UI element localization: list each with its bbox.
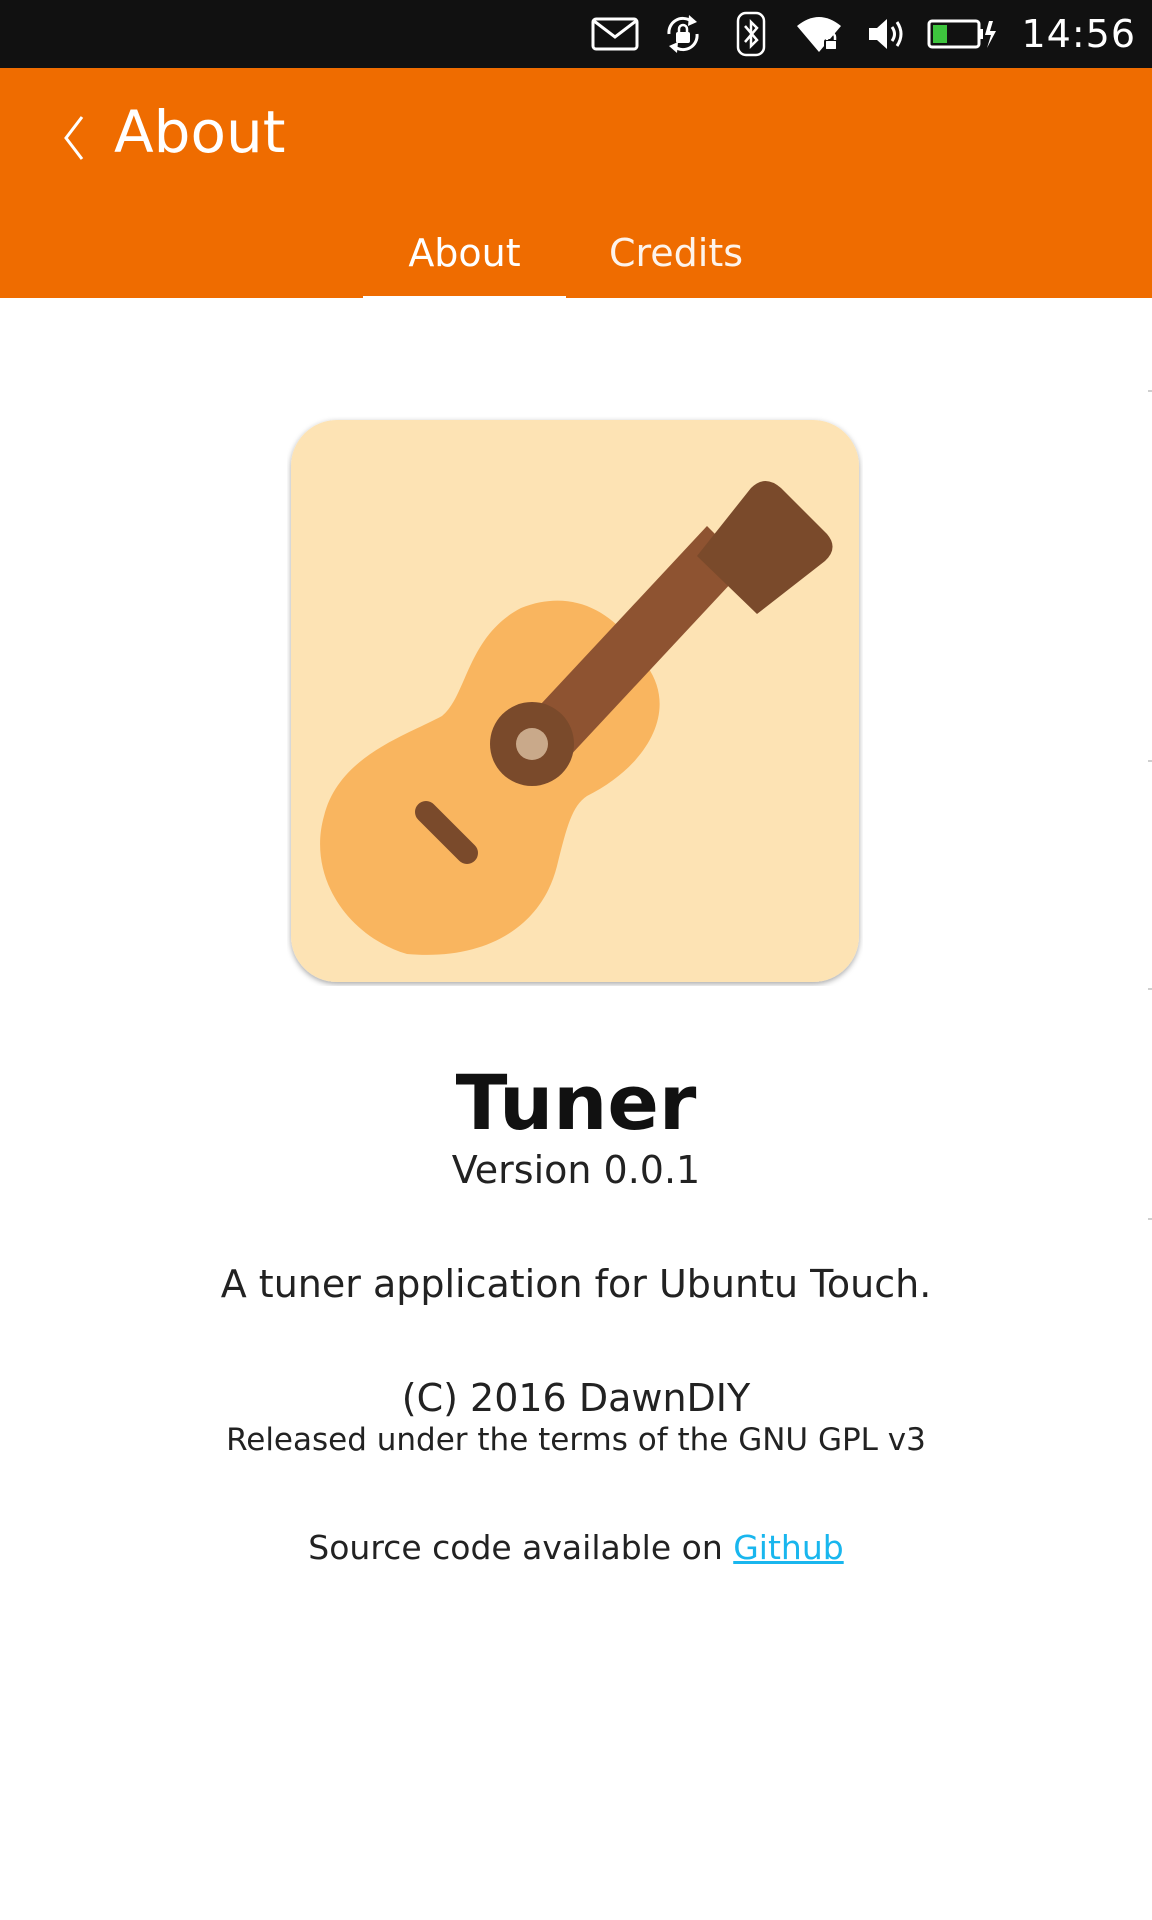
copyright-text: (C) 2016 DawnDIY [401,1376,751,1420]
status-icons: 14:56 [581,0,1136,68]
bluetooth-icon [717,0,785,68]
wifi-icon [785,0,853,68]
tab-bar: About Credits [0,208,1152,302]
about-content: Tuner Version 0.0.1 A tuner application … [0,298,1152,1920]
battery-charging-icon [921,0,1003,68]
header: About About Credits [0,68,1152,302]
status-time: 14:56 [1021,12,1136,56]
scroll-tick [1148,760,1152,762]
mail-icon [581,0,649,68]
app-version: Version 0.0.1 [451,1148,701,1192]
tab-credits[interactable]: Credits [576,208,776,298]
scroll-tick [1148,390,1152,392]
license-text: Released under the terms of the GNU GPL … [226,1422,926,1458]
app-name: Tuner [455,1058,697,1147]
page-title: About [114,98,286,166]
scroll-indicator [1148,298,1152,1920]
back-button[interactable] [44,104,104,172]
source-code-label: Source code available on [308,1528,734,1567]
volume-icon [853,0,921,68]
status-bar: 14:56 [0,0,1152,68]
rotation-lock-icon [649,0,717,68]
scroll-tick [1148,1218,1152,1220]
tab-about[interactable]: About [363,208,566,298]
app-description: A tuner application for Ubuntu Touch. [220,1262,932,1306]
guitar-app-icon [287,416,863,986]
chevron-left-icon [64,116,84,160]
source-code-line: Source code available on Github [0,1528,1152,1567]
github-link[interactable]: Github [733,1528,843,1567]
scroll-tick [1148,988,1152,990]
